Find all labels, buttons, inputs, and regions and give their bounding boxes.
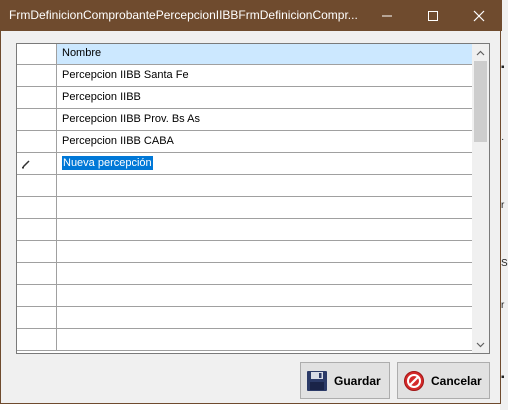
background-mark: r [501, 200, 505, 211]
save-button[interactable]: Guardar [300, 362, 390, 399]
background-mark: S [501, 258, 508, 269]
grid-header: Nombre [17, 44, 473, 65]
column-header-nombre[interactable]: Nombre [57, 44, 473, 65]
table-row-editing[interactable]: Nueva percepción [17, 153, 473, 175]
table-row-empty[interactable] [17, 175, 473, 197]
background-mark: ▪ [501, 62, 505, 73]
window-title: FrmDefinicionComprobantePercepcionIIBBFr… [9, 8, 358, 22]
save-button-label: Guardar [334, 373, 381, 388]
maximize-icon [428, 10, 438, 21]
dialog-window: FrmDefinicionComprobantePercepcionIIBBFr… [0, 0, 502, 404]
table-cell-editing[interactable]: Nueva percepción [57, 153, 473, 175]
row-header[interactable] [17, 109, 57, 131]
table-row-empty[interactable] [17, 329, 473, 351]
table-cell[interactable]: Percepcion IIBB Prov. Bs As [57, 109, 473, 131]
row-header-corner[interactable] [17, 44, 57, 65]
pencil-icon [22, 160, 30, 169]
data-grid[interactable]: Nombre Percepcion IIBB Santa Fe Percepci… [16, 43, 490, 354]
chevron-down-icon [476, 342, 485, 347]
cell-edit-text[interactable]: Nueva percepción [62, 156, 153, 170]
background-mark: r [501, 300, 505, 311]
table-row[interactable]: Percepcion IIBB CABA [17, 131, 473, 153]
scroll-down-button[interactable] [472, 336, 489, 353]
minimize-icon [382, 15, 392, 16]
vertical-scrollbar[interactable] [472, 44, 489, 353]
scroll-thumb[interactable] [474, 61, 487, 142]
table-row-empty[interactable] [17, 263, 473, 285]
table-row[interactable]: Percepcion IIBB Santa Fe [17, 65, 473, 87]
background-mark: · [501, 134, 505, 145]
background-mark: ▪ [501, 372, 505, 383]
chevron-up-icon [476, 50, 485, 55]
minimize-button[interactable] [364, 0, 410, 31]
row-header[interactable] [17, 87, 57, 109]
table-cell[interactable]: Percepcion IIBB [57, 87, 473, 109]
table-cell[interactable]: Percepcion IIBB CABA [57, 131, 473, 153]
row-header[interactable] [17, 65, 57, 87]
table-cell[interactable]: Percepcion IIBB Santa Fe [57, 65, 473, 87]
maximize-button[interactable] [410, 0, 456, 31]
title-bar[interactable]: FrmDefinicionComprobantePercepcionIIBBFr… [1, 0, 502, 31]
table-row[interactable]: Percepcion IIBB [17, 87, 473, 109]
row-header[interactable] [17, 153, 57, 175]
table-row-empty[interactable] [17, 241, 473, 263]
close-icon [473, 10, 485, 21]
table-row-empty[interactable] [17, 219, 473, 241]
table-row-empty[interactable] [17, 285, 473, 307]
cancel-button-label: Cancelar [431, 373, 482, 388]
table-row-empty[interactable] [17, 197, 473, 219]
scroll-up-button[interactable] [472, 44, 489, 61]
table-row[interactable]: Percepcion IIBB Prov. Bs As [17, 109, 473, 131]
floppy-disk-icon [307, 370, 327, 391]
background-window-edge: ▪ · r S r ▪ [500, 0, 508, 410]
cancel-button[interactable]: Cancelar [397, 362, 490, 399]
table-row-empty[interactable] [17, 307, 473, 329]
cancel-icon [404, 370, 424, 391]
row-header[interactable] [17, 131, 57, 153]
close-button[interactable] [456, 0, 502, 31]
